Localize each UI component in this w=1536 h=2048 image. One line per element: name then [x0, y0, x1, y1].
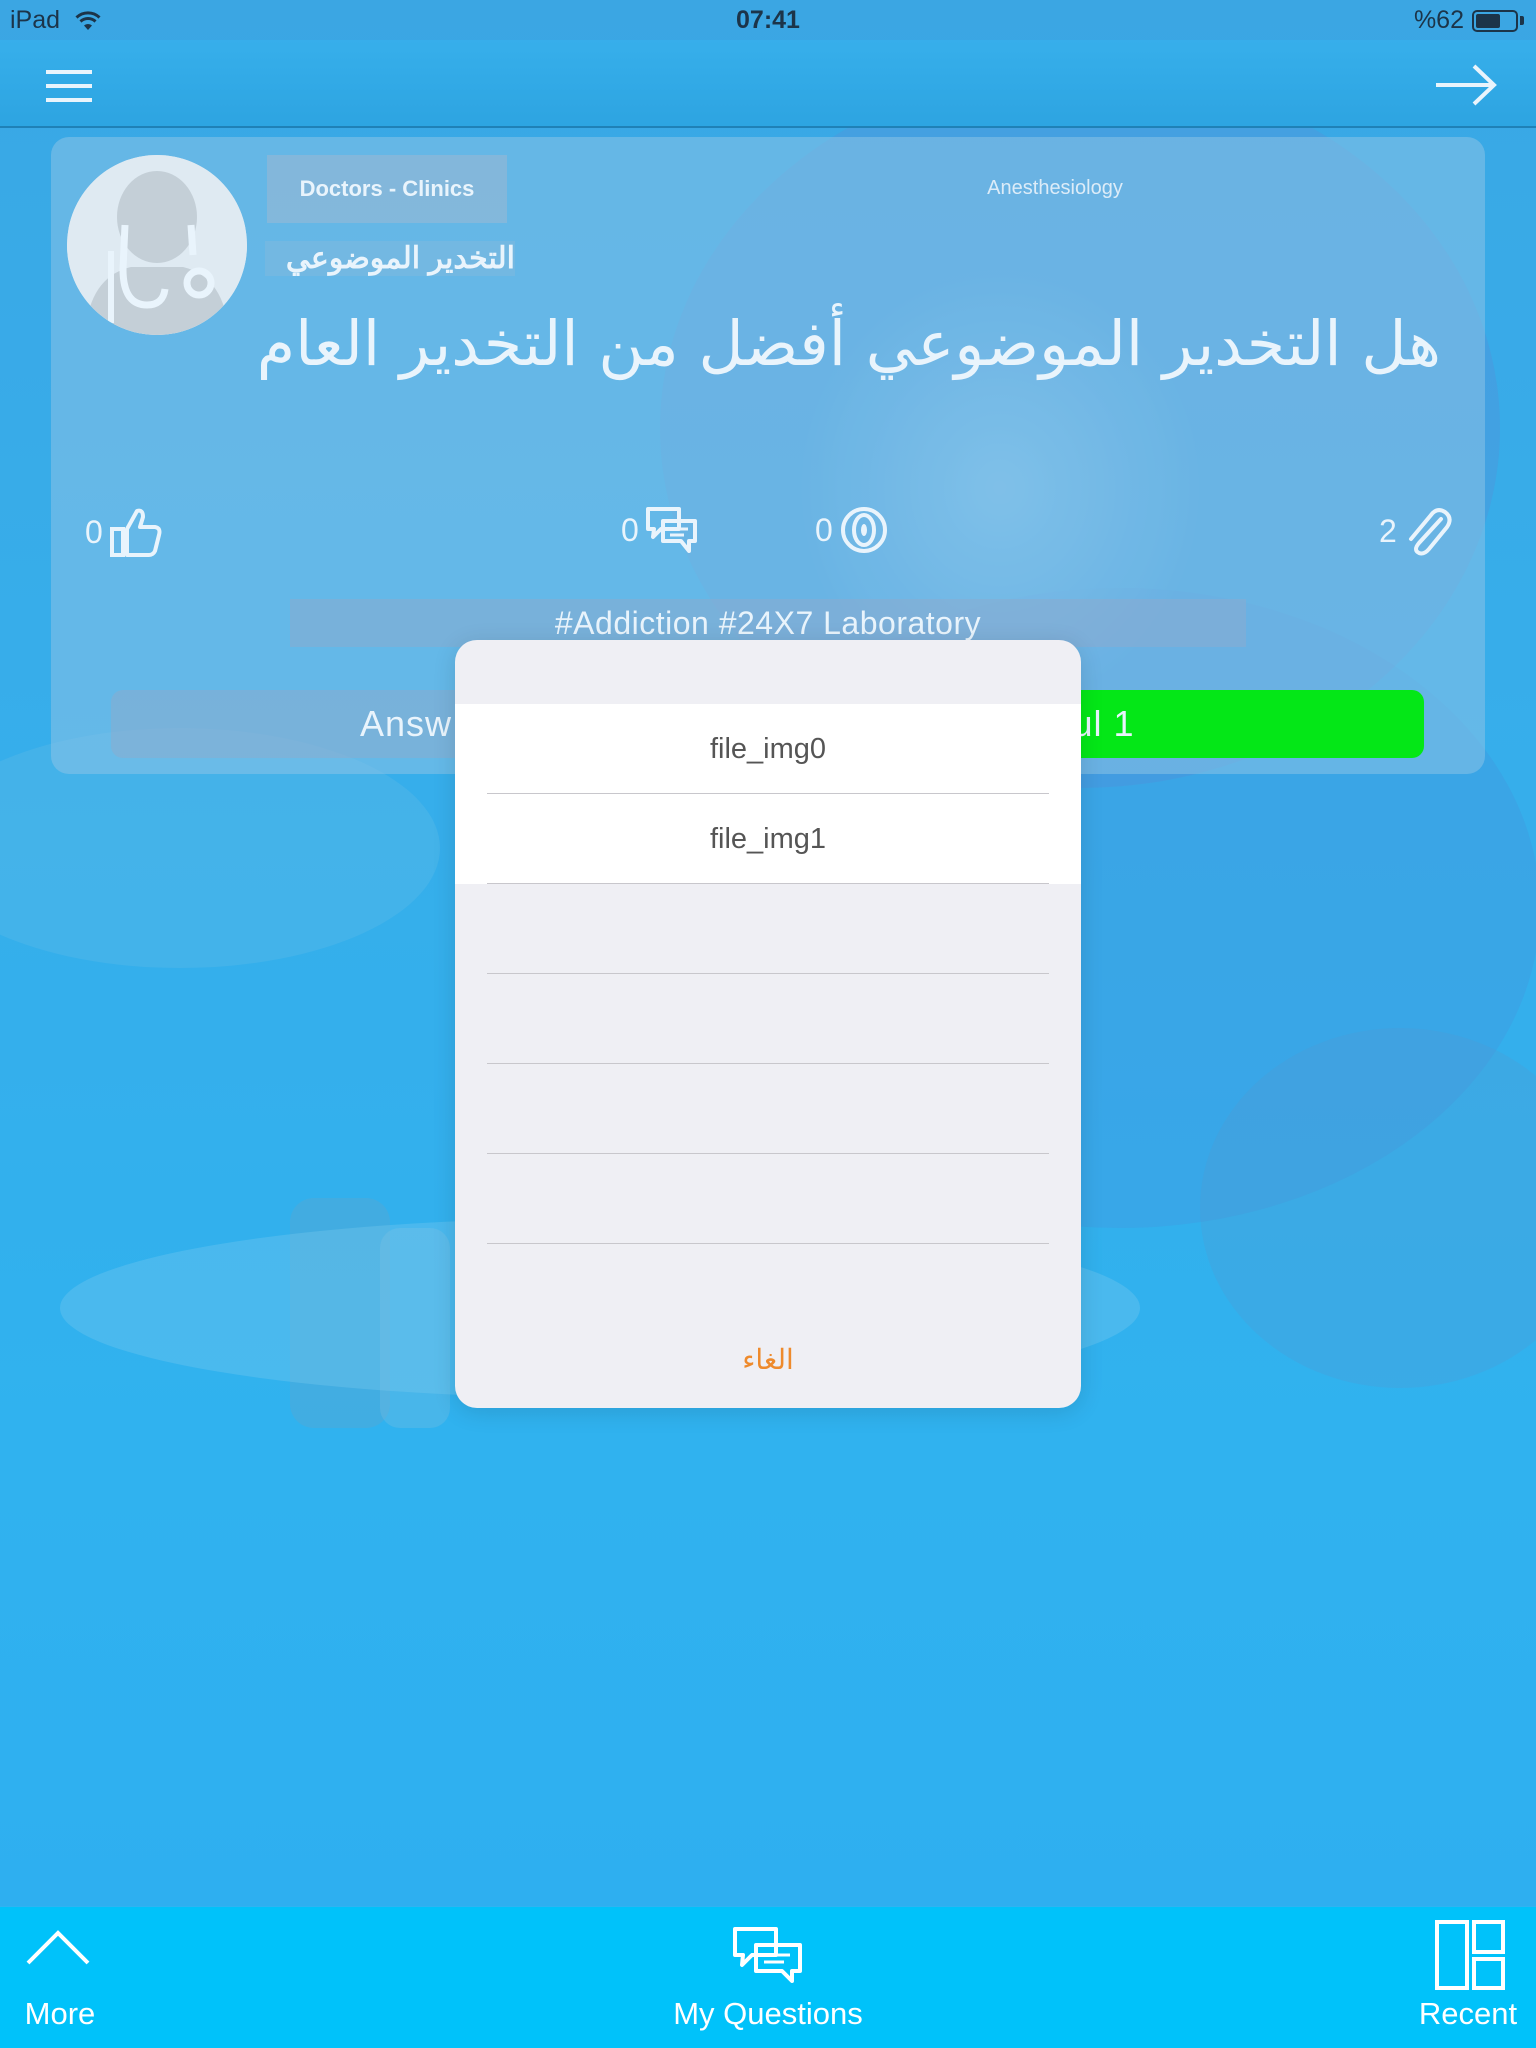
sheet-item-file-img1[interactable]: file_img1: [455, 794, 1081, 884]
tab-recent[interactable]: Recent: [1400, 1907, 1536, 2048]
sheet-item-label: file_img0: [709, 733, 827, 765]
chevron-up-icon: [26, 1930, 90, 1965]
cancel-button[interactable]: الغاء: [455, 1330, 1081, 1390]
layout-grid-icon: [1435, 1920, 1505, 1990]
tab-more-label: More: [24, 1996, 96, 2031]
tab-more[interactable]: More: [0, 1907, 120, 2048]
sheet-item-file-img0[interactable]: file_img0: [455, 704, 1081, 794]
attachments-action-sheet: file_img0 file_img1 الغاء: [455, 640, 1081, 1408]
sheet-item-empty[interactable]: [455, 974, 1081, 1064]
tab-bar: More My Questions Recent: [0, 1907, 1536, 2048]
tab-my-questions-label: My Questions: [673, 1996, 863, 2031]
divider: [487, 1243, 1049, 1244]
tab-recent-label: Recent: [1418, 1996, 1518, 2031]
tab-my-questions[interactable]: My Questions: [640, 1907, 896, 2048]
chat-bubbles-icon: [733, 1927, 802, 1983]
sheet-item-empty[interactable]: [455, 1064, 1081, 1154]
sheet-item-empty[interactable]: [455, 1154, 1081, 1244]
sheet-item-label: file_img1: [709, 823, 827, 855]
sheet-item-empty[interactable]: [455, 884, 1081, 974]
